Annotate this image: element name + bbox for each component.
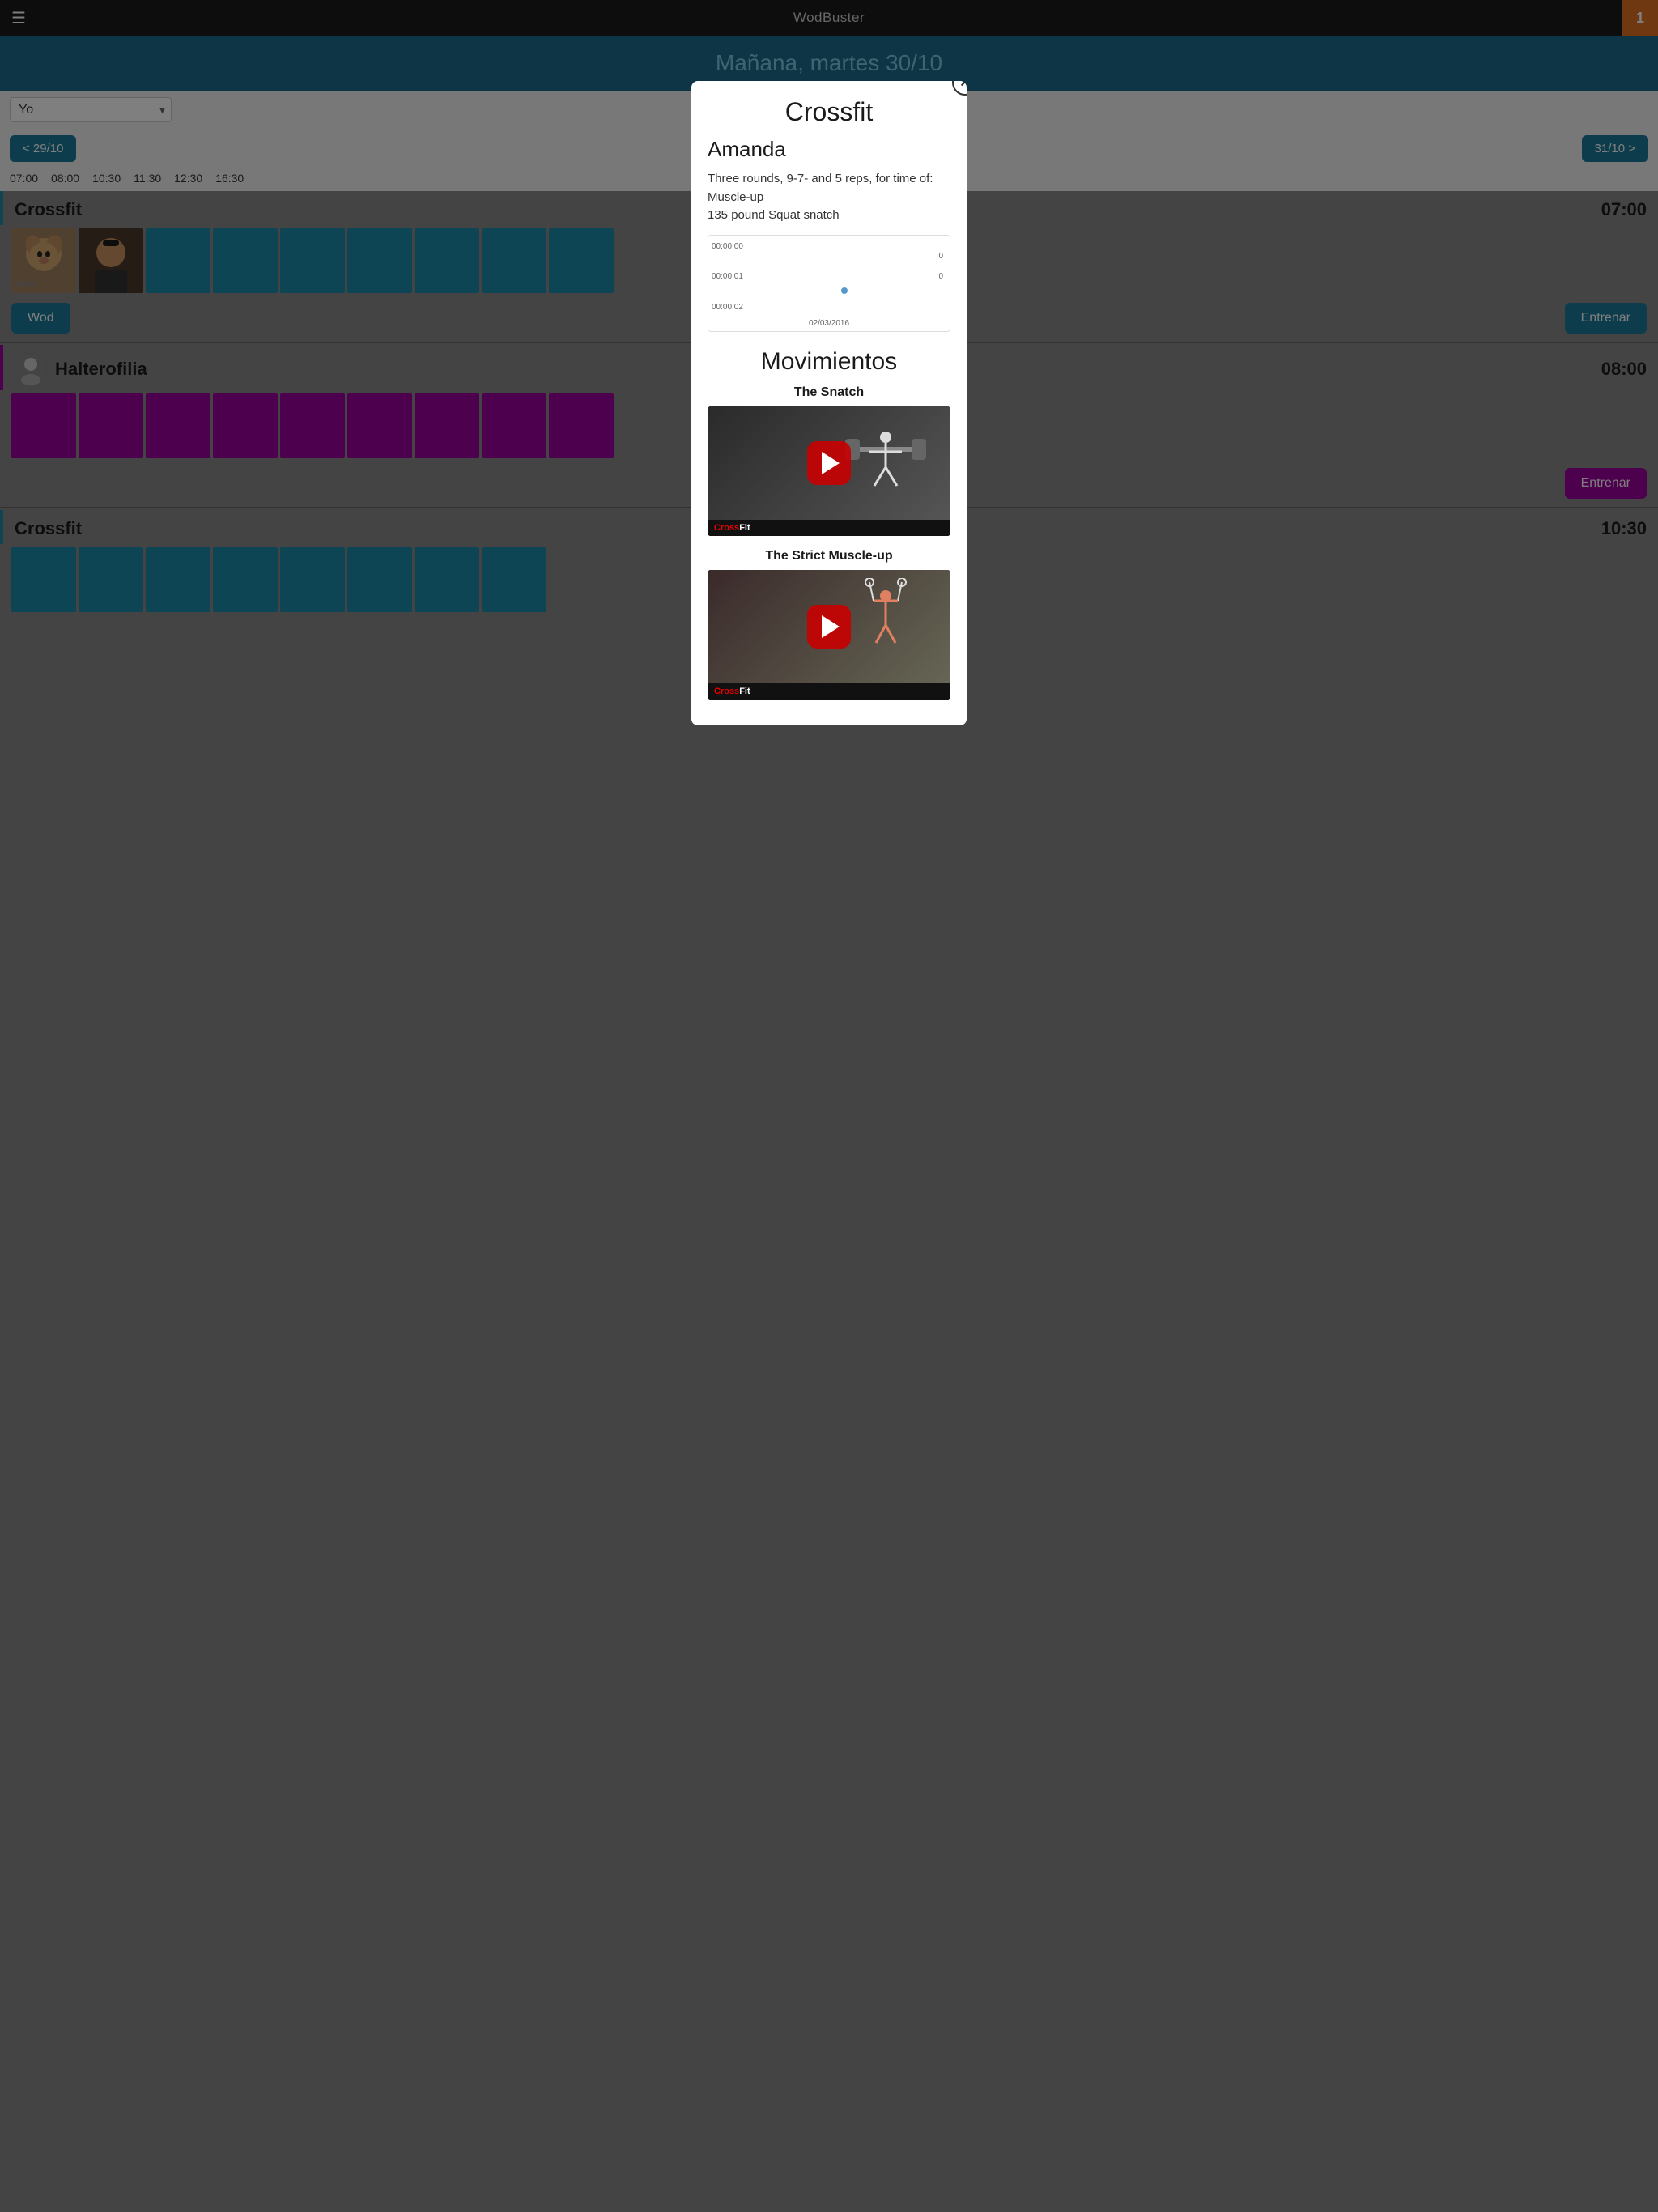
modal-desc-line2: Muscle-up bbox=[708, 190, 763, 204]
video-label-muscleup: The Strict Muscle-up bbox=[708, 549, 950, 564]
modal-workout-name: Amanda bbox=[691, 134, 967, 170]
modal-description: Three rounds, 9-7- and 5 reps, for time … bbox=[691, 170, 967, 235]
chart-y-label: 00:00:01 bbox=[712, 272, 743, 281]
movimientos-title: Movimientos bbox=[691, 342, 967, 385]
video-label-snatch: The Snatch bbox=[708, 385, 950, 400]
video-title-bar: CrossFit bbox=[708, 520, 950, 536]
video-inner bbox=[708, 406, 950, 520]
video-title-text: CrossFit bbox=[714, 523, 750, 533]
video-inner-2 bbox=[708, 570, 950, 683]
video-title-bar-2: CrossFit bbox=[708, 683, 950, 700]
chart-y-label: 00:00:02 bbox=[712, 303, 743, 312]
chart-y-label: 00:00:00 bbox=[712, 242, 743, 251]
play-triangle bbox=[822, 452, 840, 474]
video-thumb-snatch[interactable]: CF CrossFit ⏱ ⇗ bbox=[708, 406, 950, 536]
play-triangle-2 bbox=[822, 615, 840, 638]
video-title-text-2: CrossFit bbox=[714, 687, 750, 696]
modal-overlay[interactable]: ✕ Crossfit Amanda Three rounds, 9-7- and… bbox=[0, 0, 1658, 2212]
chart-zero-label: 0 bbox=[938, 272, 943, 281]
modal-title: Crossfit bbox=[691, 81, 967, 134]
chart-x-label: 02/03/2016 bbox=[809, 319, 849, 328]
chart-container: 00:00:00 00:00:01 00:00:02 0 0 02/03/201… bbox=[708, 235, 950, 332]
video-thumb-muscleup[interactable]: CF CrossFit ⏱ ⇗ bbox=[708, 570, 950, 700]
modal-desc-line1: Three rounds, 9-7- and 5 reps, for time … bbox=[708, 172, 933, 185]
modal-chart: 00:00:00 00:00:01 00:00:02 0 0 02/03/201… bbox=[691, 235, 967, 332]
modal: ✕ Crossfit Amanda Three rounds, 9-7- and… bbox=[691, 81, 967, 725]
video-block-snatch: The Snatch CF CrossFit ⏱ ⇗ bbox=[691, 385, 967, 549]
video-block-muscleup: The Strict Muscle-up CF CrossFit ⏱ ⇗ bbox=[691, 549, 967, 713]
play-button-snatch[interactable] bbox=[807, 441, 851, 485]
chart-data-dot bbox=[841, 287, 848, 294]
play-button-muscleup[interactable] bbox=[807, 605, 851, 649]
modal-desc-line3: 135 pound Squat snatch bbox=[708, 208, 840, 222]
chart-zero-label: 0 bbox=[938, 252, 943, 261]
chart-y-labels: 00:00:00 00:00:01 00:00:02 bbox=[712, 242, 743, 312]
chart-zero-labels: 0 0 bbox=[938, 252, 943, 281]
